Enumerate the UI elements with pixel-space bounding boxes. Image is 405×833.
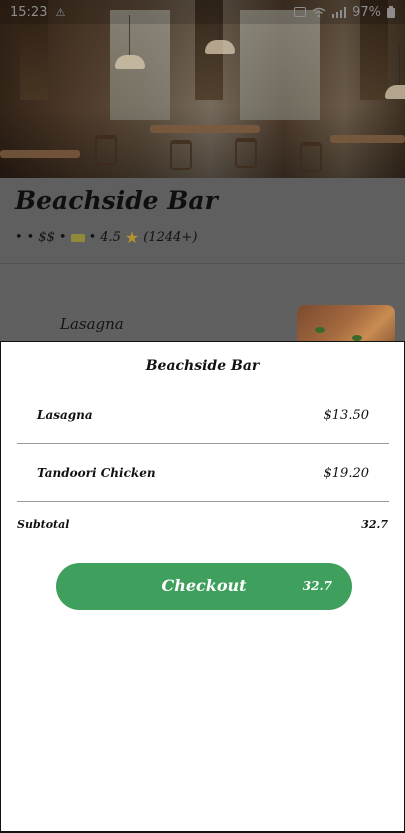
cart-item-price: $19.20 — [323, 466, 370, 481]
cart-line-item[interactable]: Tandoori Chicken $19.20 — [17, 444, 389, 502]
signal-icon — [332, 6, 347, 18]
wifi-icon — [312, 7, 326, 17]
restaurant-meta: • • $$ • • 4.5 ★ (1244+) — [15, 228, 197, 247]
restaurant-name: Beachside Bar — [15, 186, 218, 215]
hero-chair-decor — [300, 142, 322, 172]
hero-chair-decor — [235, 138, 257, 168]
screen: 15:23 ⚠ 97% Beachside Bar • • $$ • • 4.5… — [0, 0, 405, 833]
checkout-amount: 32.7 — [302, 579, 332, 593]
hero-lamp-decor — [385, 45, 405, 99]
status-bar: 15:23 ⚠ 97% — [0, 0, 405, 24]
menu-item-row[interactable]: Lasagna — [0, 265, 405, 375]
shield-icon — [294, 7, 307, 17]
cart-restaurant-title: Beachside Bar — [145, 358, 260, 374]
hero-lamp-decor — [115, 15, 145, 69]
battery-percent: 97% — [352, 4, 381, 20]
alert-icon: ⚠ — [55, 5, 66, 19]
meta-dot: • — [58, 230, 67, 245]
hero-lamp-decor — [205, 0, 235, 54]
hero-chair-decor — [95, 135, 117, 165]
subtotal-value: 32.7 — [361, 518, 388, 531]
cash-icon — [70, 233, 85, 242]
star-icon: ★ — [124, 228, 140, 247]
status-icons: 97% — [294, 5, 395, 20]
cart-bottom-sheet: Beachside Bar Lasagna $13.50 Tandoori Ch… — [0, 341, 405, 833]
meta-dot: • — [88, 230, 97, 245]
meta-dot: • — [15, 230, 23, 245]
cart-line-item[interactable]: Lasagna $13.50 — [17, 386, 389, 444]
hero-window-decor — [240, 10, 320, 120]
price-level: $$ — [38, 230, 55, 245]
meta-dot: • — [26, 230, 35, 245]
restaurant-info: Beachside Bar • • $$ • • 4.5 ★ (1244+) — [0, 178, 405, 264]
cart-item-name: Lasagna — [37, 408, 93, 422]
review-count: (1244+) — [143, 230, 198, 245]
checkout-button[interactable]: Checkout 32.7 — [56, 563, 352, 610]
subtotal-label: Subtotal — [17, 518, 70, 531]
hero-chair-decor — [170, 140, 192, 170]
hero-table-decor — [150, 125, 260, 133]
battery-icon — [387, 6, 395, 18]
restaurant-hero-image — [0, 0, 405, 178]
menu-item-name: Lasagna — [60, 315, 124, 333]
cart-item-name: Tandoori Chicken — [37, 466, 156, 480]
garnish-decor — [315, 327, 325, 333]
rating-value: 4.5 — [100, 230, 121, 245]
hero-table-decor — [0, 150, 80, 158]
hero-table-decor — [330, 135, 405, 143]
cart-item-price: $13.50 — [323, 408, 370, 423]
status-time: 15:23 — [10, 4, 48, 20]
